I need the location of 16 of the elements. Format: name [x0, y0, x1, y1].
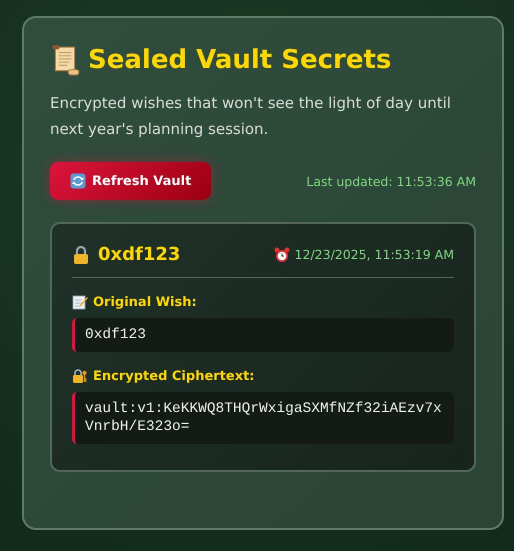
field-label: Original Wish:: [93, 294, 197, 310]
lock-with-key-icon: [72, 368, 88, 384]
field-value: 0xdf123: [72, 318, 454, 352]
scroll-icon: [50, 44, 80, 76]
field-value: vault:v1:KeKKWQ8THQrWxigaSXMfNZf32iAEzv7xVnrbH/E323o=: [72, 392, 454, 444]
alarm-clock-icon: [274, 246, 290, 262]
refresh-button[interactable]: Refresh Vault: [50, 162, 212, 200]
last-updated: Last updated: 11:53:36 AM: [306, 174, 476, 188]
memo-icon: [72, 294, 88, 310]
timestamp: 12/23/2025, 11:53:19 AM: [294, 247, 454, 262]
secret-name: 0xdf123: [98, 244, 180, 265]
padlock-icon: [72, 244, 90, 264]
refresh-icon: [70, 173, 86, 189]
field-label: Encrypted Ciphertext:: [93, 368, 255, 384]
description: Encrypted wishes that won't see the light of day until next year's planning session.: [50, 93, 452, 140]
page-title: Sealed Vault Secrets: [88, 45, 392, 75]
